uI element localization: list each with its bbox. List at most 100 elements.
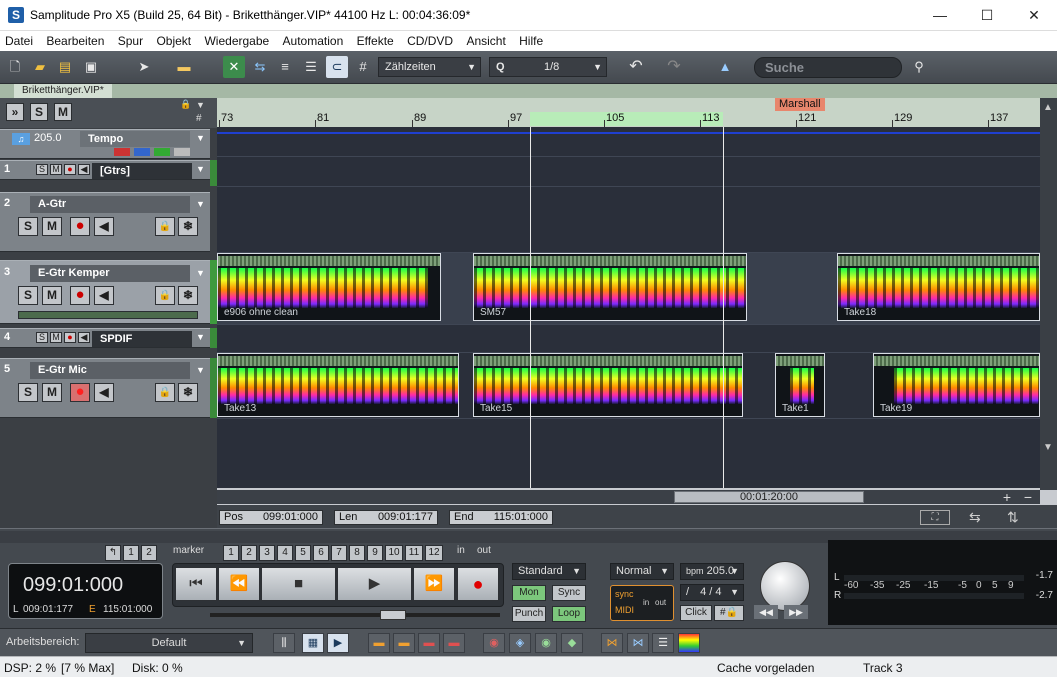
loop-button[interactable]: Loop: [552, 606, 586, 622]
click-button[interactable]: Click: [680, 605, 712, 621]
timeline-ruler[interactable]: Marshall 73 81 89 97 105 113 121 129 137: [217, 98, 1040, 127]
marker-marshall[interactable]: Marshall: [775, 98, 825, 111]
track-1[interactable]: 1 S M ● ◀ [Gtrs] ▼: [0, 160, 210, 180]
menu-hilfe[interactable]: Hilfe: [514, 31, 548, 51]
position-slider[interactable]: [210, 613, 500, 617]
record-button[interactable]: ●: [70, 286, 90, 305]
marker-5-button[interactable]: 5: [295, 545, 311, 561]
editor-icon[interactable]: ▬: [368, 633, 390, 653]
range-tool-icon[interactable]: ▬: [168, 56, 200, 78]
lane-tempo[interactable]: [217, 127, 1040, 157]
track-name-4[interactable]: SPDIF: [92, 331, 192, 347]
lock-icon[interactable]: 🔒: [180, 99, 191, 110]
metronome-icon[interactable]: ▲: [714, 56, 736, 78]
track-name-2[interactable]: A-Gtr: [30, 196, 190, 213]
spectrum-icon[interactable]: [678, 633, 700, 653]
chevron-down-icon[interactable]: ▼: [196, 199, 205, 209]
save-icon[interactable]: ▣: [80, 56, 102, 78]
redo-icon[interactable]: ↷: [663, 56, 685, 78]
menu-wiedergabe[interactable]: Wiedergabe: [199, 31, 274, 51]
lane-track-3[interactable]: e906 ohne clean SM57 Take18: [217, 253, 1040, 325]
sync-midi-box[interactable]: sync MIDI in out: [610, 585, 674, 621]
out-label[interactable]: out: [477, 545, 491, 556]
lock-icon[interactable]: 🔒: [155, 217, 175, 236]
marker-6-button[interactable]: 6: [313, 545, 329, 561]
lane-track-4[interactable]: [217, 325, 1040, 353]
transport-mode-select[interactable]: Standard ▼: [512, 563, 586, 580]
clip[interactable]: Take18: [837, 253, 1040, 321]
click-settings-icon[interactable]: #🔒: [714, 605, 744, 621]
speaker-icon[interactable]: ◀: [78, 332, 90, 343]
zoom-fit-icon[interactable]: ⛶: [920, 510, 950, 525]
record-button[interactable]: ●: [64, 164, 76, 175]
clip[interactable]: Take19: [873, 353, 1040, 417]
scroll-down-icon[interactable]: ▼: [1043, 442, 1053, 453]
record-armed-button[interactable]: ●: [70, 383, 90, 402]
loop-range[interactable]: [530, 112, 723, 126]
record-button[interactable]: ●: [64, 332, 76, 343]
waveform2-icon[interactable]: ⋈: [627, 633, 649, 653]
tempo-red-icon[interactable]: [114, 148, 130, 156]
search-input[interactable]: Suche: [754, 57, 902, 78]
menu-effekte[interactable]: Effekte: [352, 31, 399, 51]
tempo-value[interactable]: 205.0: [34, 132, 62, 144]
global-mute-button[interactable]: M: [54, 103, 72, 121]
diamond-icon[interactable]: ◆: [561, 633, 583, 653]
signature-field[interactable]: / 4 / 4 ▼: [680, 584, 744, 601]
pos-field[interactable]: Pos 099:01:000: [219, 510, 323, 525]
workspace-select[interactable]: Default ▼: [85, 633, 253, 653]
slider-handle[interactable]: [380, 610, 406, 620]
mute-button[interactable]: M: [42, 217, 62, 236]
horizontal-scrollbar[interactable]: 00:01:20:00: [217, 490, 1040, 504]
clip[interactable]: Take13: [217, 353, 459, 417]
marker-4-button[interactable]: 4: [277, 545, 293, 561]
open-folder-icon[interactable]: ▰: [29, 56, 51, 78]
lane-track-2[interactable]: [217, 187, 1040, 253]
grid-icon[interactable]: #: [352, 56, 374, 78]
chevron-down-icon[interactable]: ▼: [196, 133, 205, 143]
track-4[interactable]: 4 S M ● ◀ SPDIF ▼: [0, 328, 210, 348]
track-name-1[interactable]: [Gtrs]: [92, 163, 192, 179]
lane-track-1[interactable]: [217, 157, 1040, 187]
rewind-small-icon[interactable]: ◀◀: [754, 605, 778, 619]
in-label[interactable]: in: [457, 545, 465, 556]
menu-cddvd[interactable]: CD/DVD: [402, 31, 458, 51]
locator-2-button[interactable]: 2: [141, 545, 157, 561]
speaker-icon[interactable]: ◀: [94, 383, 114, 402]
pin-icon[interactable]: ◈: [509, 633, 531, 653]
fast-forward-button[interactable]: ⏩: [413, 567, 455, 601]
play-mode-select[interactable]: Normal ▼: [610, 563, 674, 580]
arrange-window[interactable]: e906 ohne clean SM57 Take18 Take13 Take1…: [217, 127, 1040, 488]
clip[interactable]: e906 ohne clean: [217, 253, 441, 321]
vertical-scrollbar[interactable]: ▲ ▼: [1040, 98, 1057, 490]
track-name-5[interactable]: E-Gtr Mic: [30, 362, 190, 379]
magnet-icon[interactable]: ⊂: [326, 56, 348, 78]
marker-3-button[interactable]: 3: [259, 545, 275, 561]
mixer-icon[interactable]: ⫼: [273, 633, 295, 653]
speaker-icon[interactable]: ◀: [78, 164, 90, 175]
track-tempo[interactable]: ♫ 205.0 Tempo ▼: [0, 129, 210, 159]
marker-return-button[interactable]: ↰: [105, 545, 121, 561]
marker-8-button[interactable]: 8: [349, 545, 365, 561]
crossfade-icon[interactable]: ✕: [223, 56, 245, 78]
timecode-display[interactable]: 099:01:000 L 009:01:177 E 115:01:000: [8, 563, 163, 619]
marker-10-button[interactable]: 10: [385, 545, 403, 561]
tracks-icon[interactable]: ☰: [300, 56, 322, 78]
grid-small-icon[interactable]: #: [196, 113, 202, 124]
menu-spur[interactable]: Spur: [113, 31, 148, 51]
go-to-start-button[interactable]: ⏮: [175, 567, 217, 601]
h-zoom-icon[interactable]: ⇆: [969, 509, 981, 526]
new-file-icon[interactable]: 🗋: [4, 56, 26, 78]
fx-icon[interactable]: ❄: [178, 286, 198, 305]
mute-button[interactable]: M: [42, 383, 62, 402]
sync-button[interactable]: Sync: [552, 585, 586, 601]
pointer-tool-icon[interactable]: ➤: [133, 56, 155, 78]
marker-2-button[interactable]: 2: [241, 545, 257, 561]
clip[interactable]: SM57: [473, 253, 747, 321]
track-5[interactable]: 5 E-Gtr Mic ▼ S M ● ◀ 🔒 ❄: [0, 358, 210, 418]
record-button[interactable]: ●: [70, 217, 90, 236]
lock-icon[interactable]: 🔒: [155, 383, 175, 402]
chevron-down-icon[interactable]: ▼: [196, 164, 205, 174]
bpm-field[interactable]: bpm 205.0 ▼: [680, 563, 744, 580]
shuffle-icon[interactable]: ⇆: [249, 56, 271, 78]
